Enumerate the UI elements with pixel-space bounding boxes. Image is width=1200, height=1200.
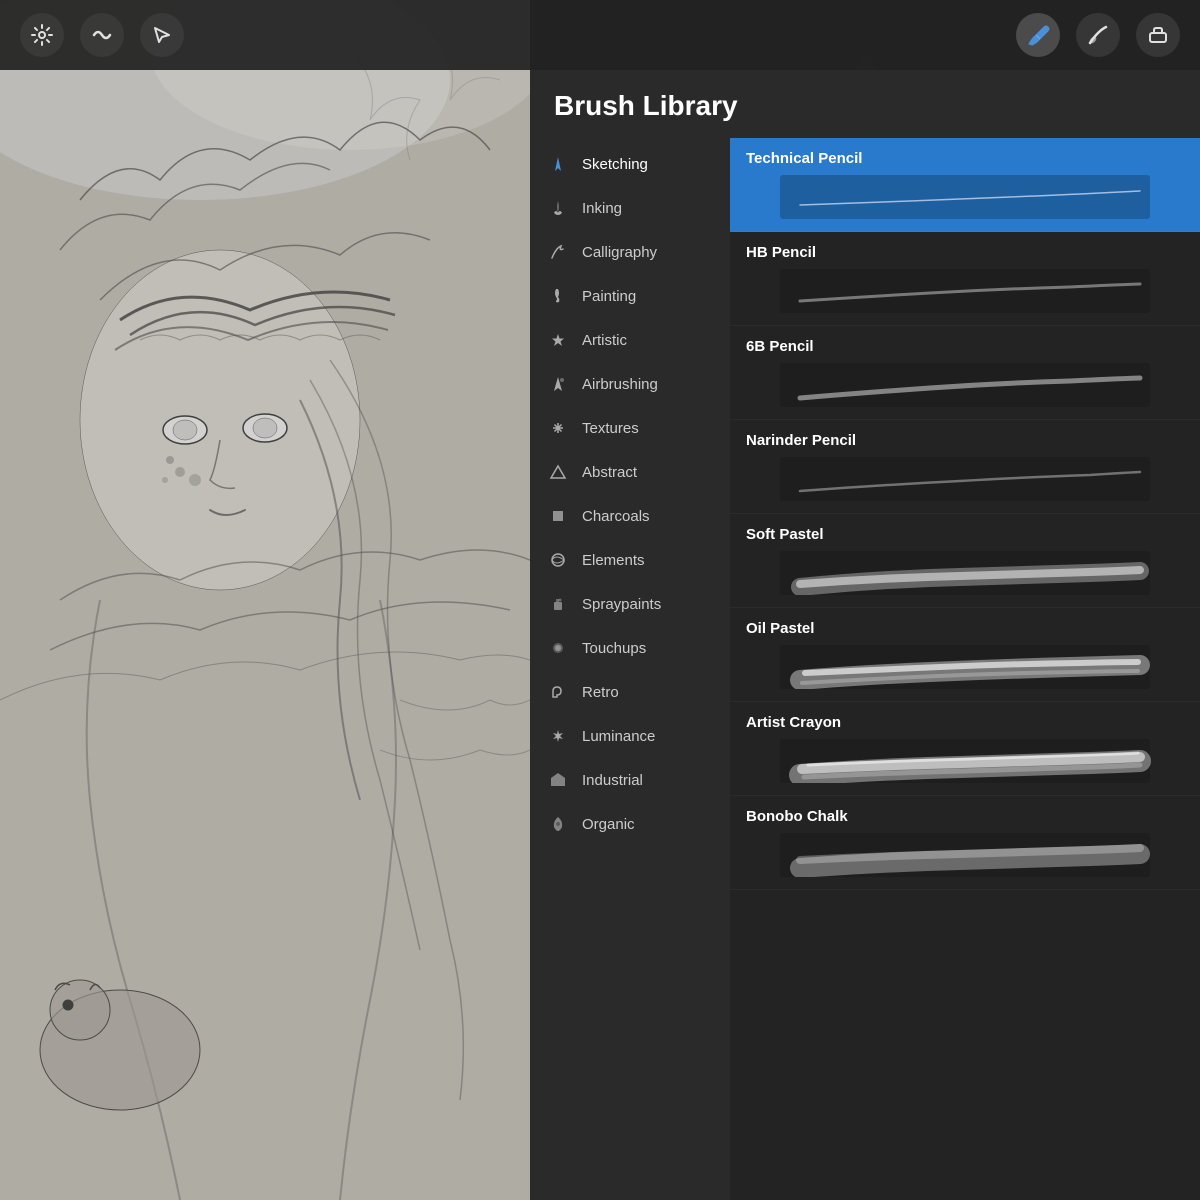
category-item-charcoals[interactable]: Charcoals: [530, 494, 730, 538]
brush-library-panel: Brush Library Sketching Inking Calligraphy…: [530, 70, 1200, 1200]
category-label-calligraphy: Calligraphy: [582, 244, 657, 261]
category-icon-calligraphy: [546, 240, 570, 264]
brush-item-oil-pastel[interactable]: Oil Pastel: [730, 608, 1200, 702]
category-icon-luminance: [546, 724, 570, 748]
category-icon-industrial: [546, 768, 570, 792]
brush-name-artist-crayon: Artist Crayon: [746, 714, 1184, 731]
category-icon-organic: [546, 812, 570, 836]
brush-preview-soft-pastel: [746, 551, 1184, 595]
category-icon-abstract: [546, 460, 570, 484]
toolbar: [0, 0, 1200, 70]
brush-preview-bonobo-chalk: [746, 833, 1184, 877]
canvas-overlay: [0, 70, 530, 1200]
brush-panel-body: Sketching Inking Calligraphy Painting Artist…: [530, 138, 1200, 1200]
eraser-icon: [1146, 23, 1170, 47]
category-item-sketching[interactable]: Sketching: [530, 142, 730, 186]
brush-preview-oil-pastel: [746, 645, 1184, 689]
category-icon-retro: [546, 680, 570, 704]
category-label-retro: Retro: [582, 684, 619, 701]
adjustments-icon: [90, 23, 114, 47]
brush-preview-6b-pencil: [746, 363, 1184, 407]
category-item-spraypaints[interactable]: Spraypaints: [530, 582, 730, 626]
category-item-retro[interactable]: Retro: [530, 670, 730, 714]
eraser-tool-button[interactable]: [1136, 13, 1180, 57]
category-label-organic: Organic: [582, 816, 635, 833]
category-icon-touchups: [546, 636, 570, 660]
brush-item-hb-pencil[interactable]: HB Pencil: [730, 232, 1200, 326]
category-label-elements: Elements: [582, 552, 645, 569]
category-label-inking: Inking: [582, 200, 622, 217]
brush-preview-hb-pencil: [746, 269, 1184, 313]
category-label-textures: Textures: [582, 420, 639, 437]
category-item-organic[interactable]: Organic: [530, 802, 730, 846]
brush-name-narinder-pencil: Narinder Pencil: [746, 432, 1184, 449]
category-item-painting[interactable]: Painting: [530, 274, 730, 318]
category-item-luminance[interactable]: Luminance: [530, 714, 730, 758]
category-label-sketching: Sketching: [582, 156, 648, 173]
category-icon-painting: [546, 284, 570, 308]
brush-name-bonobo-chalk: Bonobo Chalk: [746, 808, 1184, 825]
wrench-icon: [30, 23, 54, 47]
category-label-spraypaints: Spraypaints: [582, 596, 661, 613]
brush-list: Technical Pencil HB Pencil 6B Pencil Narind…: [730, 138, 1200, 1200]
brush-item-bonobo-chalk[interactable]: Bonobo Chalk: [730, 796, 1200, 890]
category-item-industrial[interactable]: Industrial: [530, 758, 730, 802]
brush-icon: [1026, 23, 1050, 47]
brush-item-soft-pastel[interactable]: Soft Pastel: [730, 514, 1200, 608]
category-label-industrial: Industrial: [582, 772, 643, 789]
toolbar-right: [1016, 13, 1180, 57]
brush-preview-narinder-pencil: [746, 457, 1184, 501]
category-label-luminance: Luminance: [582, 728, 655, 745]
toolbar-left: [20, 13, 184, 57]
adjustments-button[interactable]: [80, 13, 124, 57]
category-label-abstract: Abstract: [582, 464, 637, 481]
category-label-artistic: Artistic: [582, 332, 627, 349]
brush-name-technical-pencil: Technical Pencil: [746, 150, 1184, 167]
category-list: Sketching Inking Calligraphy Painting Artist…: [530, 138, 730, 1200]
category-icon-inking: [546, 196, 570, 220]
brush-panel-header: Brush Library: [530, 70, 1200, 138]
brush-name-6b-pencil: 6B Pencil: [746, 338, 1184, 355]
brush-item-technical-pencil[interactable]: Technical Pencil: [730, 138, 1200, 232]
selection-button[interactable]: [140, 13, 184, 57]
category-icon-sketching: [546, 152, 570, 176]
category-icon-charcoals: [546, 504, 570, 528]
brush-library-title: Brush Library: [554, 90, 1176, 122]
category-icon-elements: [546, 548, 570, 572]
brush-preview-technical-pencil: [746, 175, 1184, 219]
category-item-abstract[interactable]: Abstract: [530, 450, 730, 494]
category-label-painting: Painting: [582, 288, 636, 305]
category-item-touchups[interactable]: Touchups: [530, 626, 730, 670]
category-item-artistic[interactable]: Artistic: [530, 318, 730, 362]
brush-name-hb-pencil: HB Pencil: [746, 244, 1184, 261]
category-item-textures[interactable]: Textures: [530, 406, 730, 450]
brush-tool-button[interactable]: [1016, 13, 1060, 57]
brush-item-artist-crayon[interactable]: Artist Crayon: [730, 702, 1200, 796]
brush-preview-artist-crayon: [746, 739, 1184, 783]
smudge-tool-button[interactable]: [1076, 13, 1120, 57]
category-item-calligraphy[interactable]: Calligraphy: [530, 230, 730, 274]
category-label-touchups: Touchups: [582, 640, 646, 657]
category-label-charcoals: Charcoals: [582, 508, 650, 525]
brush-name-soft-pastel: Soft Pastel: [746, 526, 1184, 543]
category-item-airbrushing[interactable]: Airbrushing: [530, 362, 730, 406]
category-item-inking[interactable]: Inking: [530, 186, 730, 230]
category-icon-artistic: [546, 328, 570, 352]
brush-item-6b-pencil[interactable]: 6B Pencil: [730, 326, 1200, 420]
smudge-icon: [1086, 23, 1110, 47]
category-item-elements[interactable]: Elements: [530, 538, 730, 582]
category-icon-spraypaints: [546, 592, 570, 616]
category-icon-textures: [546, 416, 570, 440]
category-label-airbrushing: Airbrushing: [582, 376, 658, 393]
settings-button[interactable]: [20, 13, 64, 57]
brush-item-narinder-pencil[interactable]: Narinder Pencil: [730, 420, 1200, 514]
brush-name-oil-pastel: Oil Pastel: [746, 620, 1184, 637]
category-icon-airbrushing: [546, 372, 570, 396]
selection-icon: [150, 23, 174, 47]
